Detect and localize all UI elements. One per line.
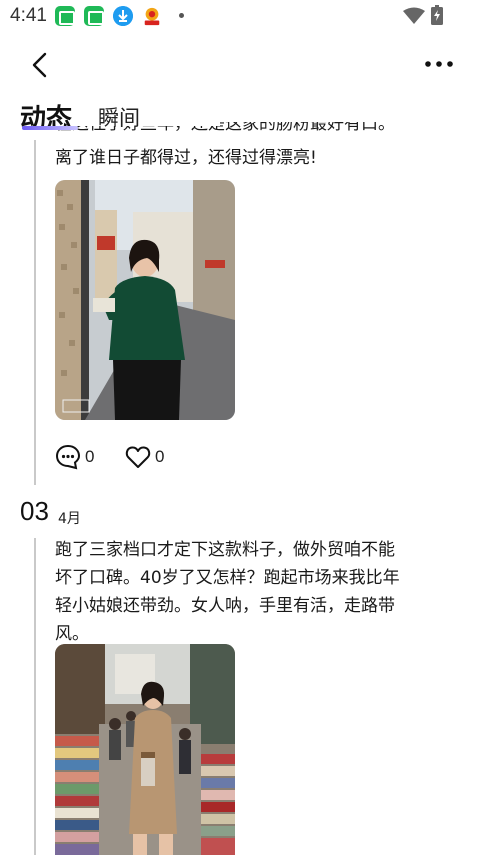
more-horizontal-icon[interactable] [424,56,454,72]
more-dot-icon [179,13,184,18]
tab-active-indicator [22,126,78,130]
like-count: 0 [155,447,165,466]
chevron-left-icon[interactable] [26,50,56,80]
post-photo[interactable] [55,644,235,855]
post-text: 跑了三家档口才定下这款料子，做外贸咱不能 坏了口碑。40岁了又怎样？跑起市场来我… [55,536,445,648]
battery-charging-icon [431,5,443,25]
wifi-icon [403,7,425,24]
post-text-line: 坏了口碑。40岁了又怎样？跑起市场来我比年 [55,568,400,588]
timeline-line [34,140,36,485]
comment-count: 0 [85,447,95,466]
status-bar: 4:41 [0,0,480,32]
comment-icon [55,444,81,470]
post-actions: 0 0 [55,444,255,474]
heart-icon [125,446,151,468]
post-text: 离了谁日子都得过，还得过得漂亮! [55,148,317,168]
post-text-line: 跑了三家档口才定下这款料子，做外贸咱不能 [55,540,395,560]
app-notification-icon [55,6,75,26]
status-time: 4:41 [10,5,47,26]
date-month: 4月 [58,511,81,527]
post-text-line: 轻小姑娘还带劲。女人呐，手里有活，走路带 [55,596,395,616]
timeline-line [34,538,36,855]
app-badge-icon [144,7,160,26]
app-notification-icon [84,6,104,26]
download-icon [113,6,133,26]
tab-moments[interactable]: 瞬间 [98,102,140,132]
tab-bar: 动态 瞬间 [20,96,220,134]
comment-button[interactable]: 0 [55,444,94,470]
date-day: 03 [20,496,49,526]
post-photo[interactable] [55,180,235,420]
like-button[interactable]: 0 [125,444,164,470]
